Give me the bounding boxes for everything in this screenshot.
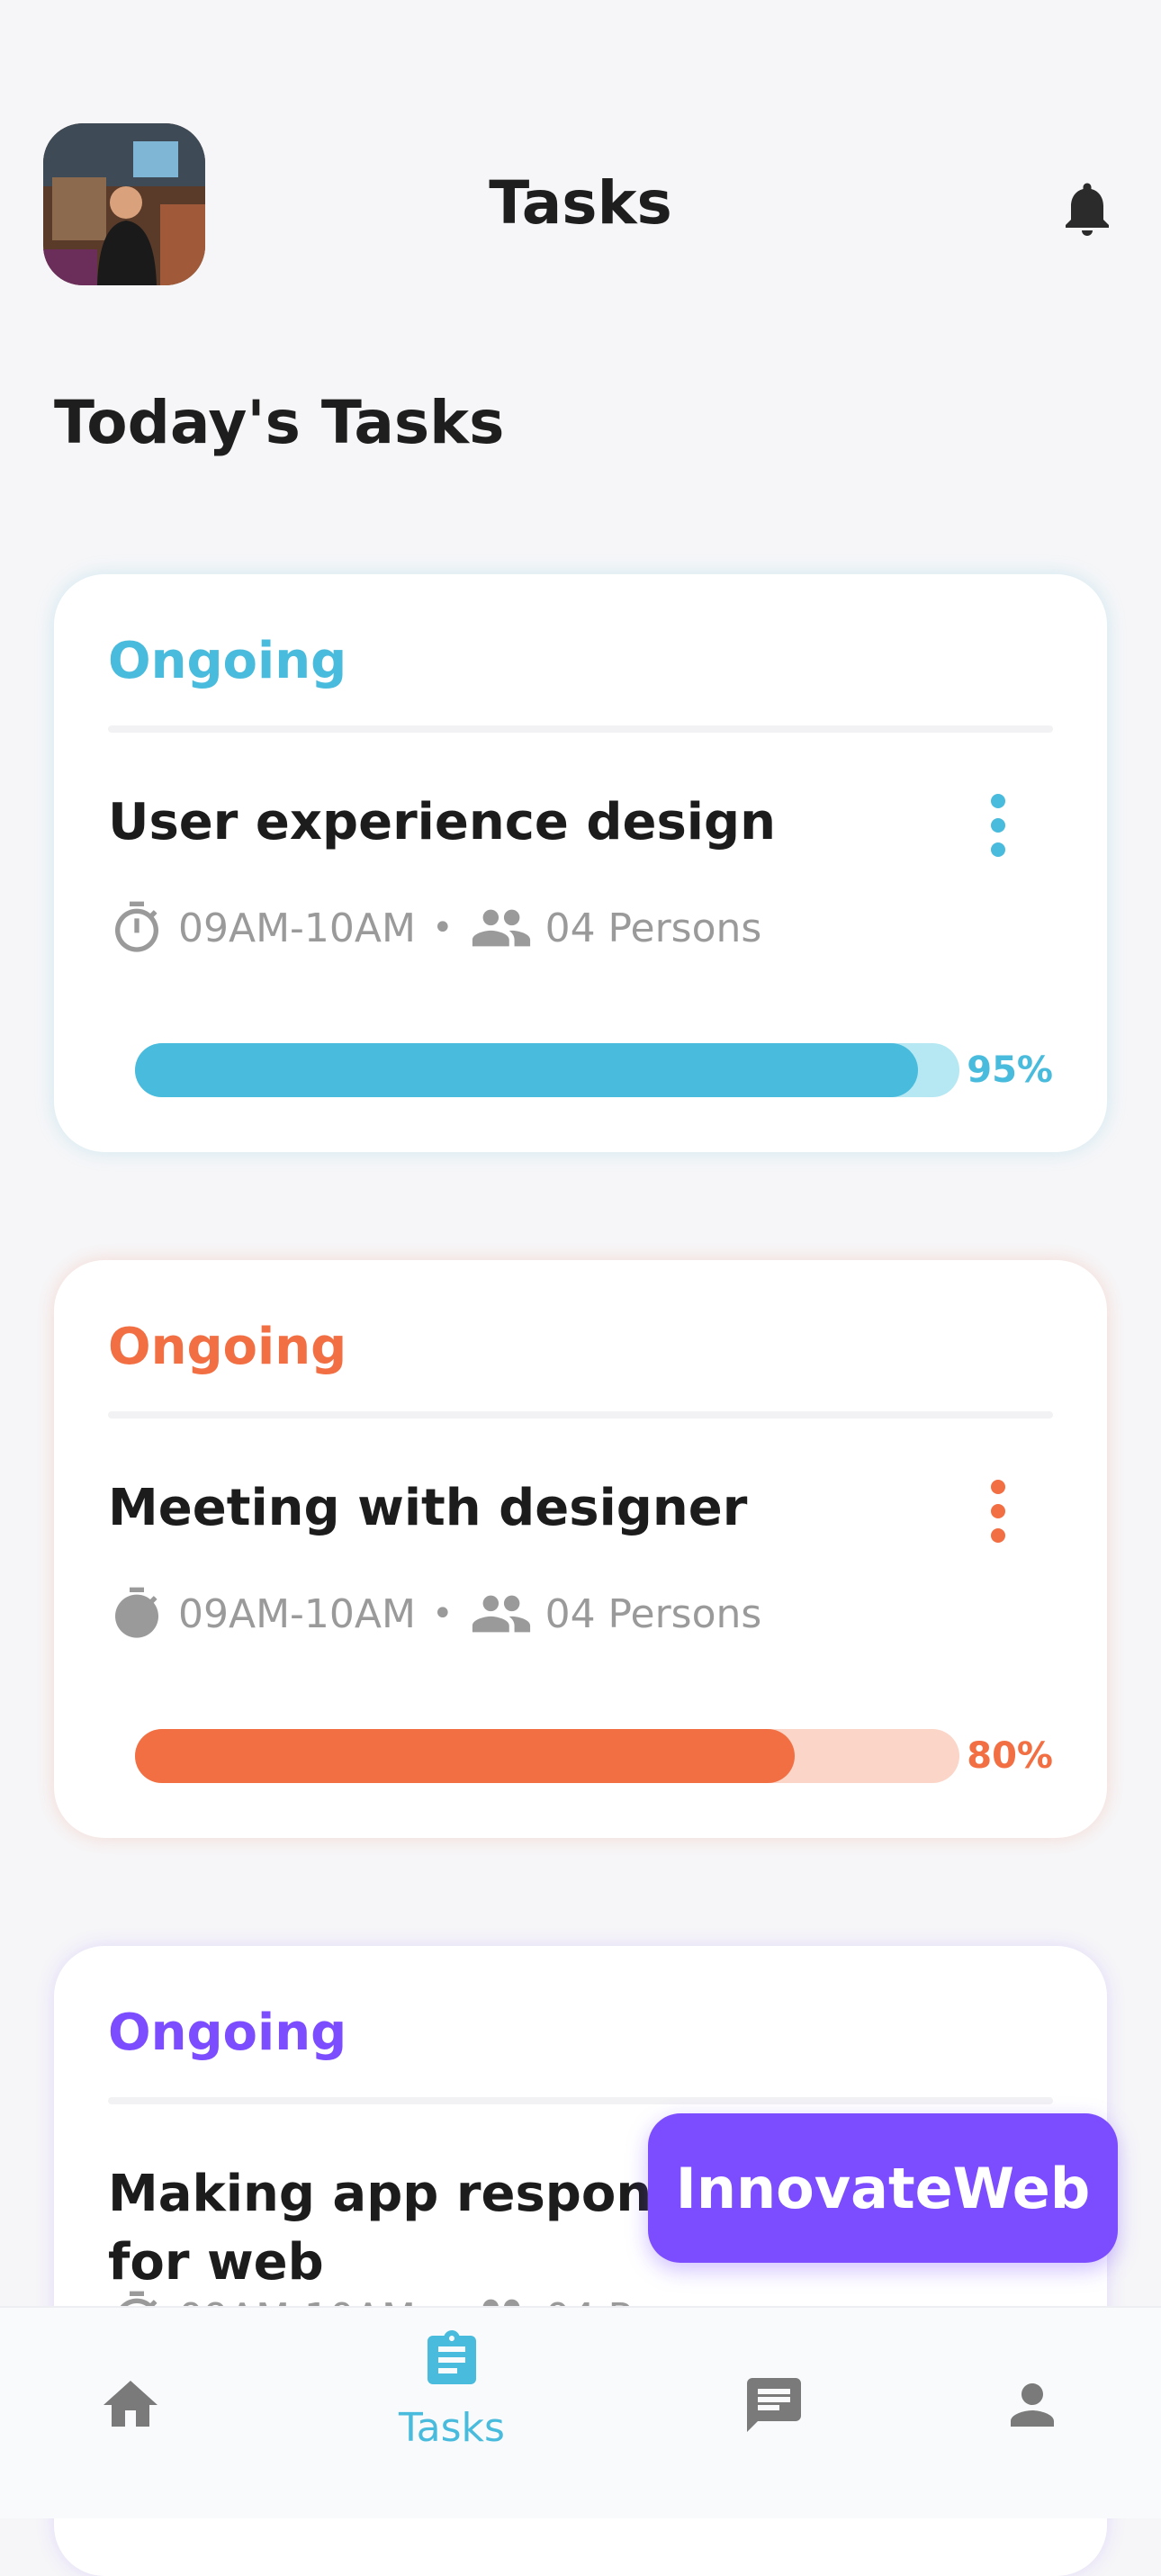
task-card[interactable]: Ongoing User experience design 09AM-10AM… (54, 574, 1107, 1152)
meta-separator: • (431, 907, 454, 949)
divider (108, 2097, 1053, 2104)
progress-fill (135, 1043, 919, 1097)
progress-fill (135, 1729, 795, 1783)
nav-label-tasks: Tasks (399, 2405, 505, 2451)
group-icon (472, 1595, 530, 1633)
clipboard-icon (428, 2330, 476, 2384)
nav-tasks[interactable]: Tasks (339, 2308, 564, 2518)
timer-icon (115, 1587, 158, 1638)
bottom-nav: Tasks (0, 2306, 1161, 2518)
task-persons: 04 Persons (544, 1590, 762, 1637)
meta-separator: • (431, 1593, 454, 1635)
task-persons: 04 Persons (544, 905, 762, 951)
divider (108, 725, 1053, 733)
bell-icon[interactable] (1055, 176, 1120, 241)
section-title: Today's Tasks (54, 388, 505, 457)
task-card[interactable]: Ongoing Meeting with designer 09AM-10AM … (54, 1260, 1107, 1838)
person-icon (1011, 2383, 1054, 2427)
task-meta: 09AM-10AM • 04 Persons (108, 1582, 761, 1645)
page-title: Tasks (489, 168, 672, 238)
progress-bar (135, 1043, 959, 1097)
group-icon (472, 909, 530, 947)
task-time: 09AM-10AM (178, 1590, 416, 1637)
divider (108, 1411, 1053, 1419)
timer-icon (115, 901, 158, 952)
task-title: Meeting with designer (108, 1479, 748, 1537)
progress-label: 95% (967, 1049, 1053, 1091)
task-title: User experience design (108, 793, 776, 851)
home-icon (104, 2381, 158, 2427)
more-options-icon[interactable] (988, 1480, 1008, 1543)
nav-messages[interactable] (662, 2308, 886, 2518)
nav-home[interactable] (18, 2308, 243, 2518)
status-label: Ongoing (108, 1318, 347, 1376)
header: Tasks (0, 0, 1161, 297)
progress-label: 80% (967, 1735, 1053, 1777)
chat-icon (747, 2378, 801, 2432)
task-time: 09AM-10AM (178, 905, 416, 951)
status-label: Ongoing (108, 2004, 347, 2062)
nav-profile[interactable] (920, 2308, 1145, 2518)
progress-bar (135, 1729, 959, 1783)
status-label: Ongoing (108, 632, 347, 690)
innovateweb-button[interactable]: InnovateWeb (648, 2113, 1118, 2263)
task-meta: 09AM-10AM • 04 Persons (108, 896, 761, 959)
more-options-icon[interactable] (988, 794, 1008, 857)
